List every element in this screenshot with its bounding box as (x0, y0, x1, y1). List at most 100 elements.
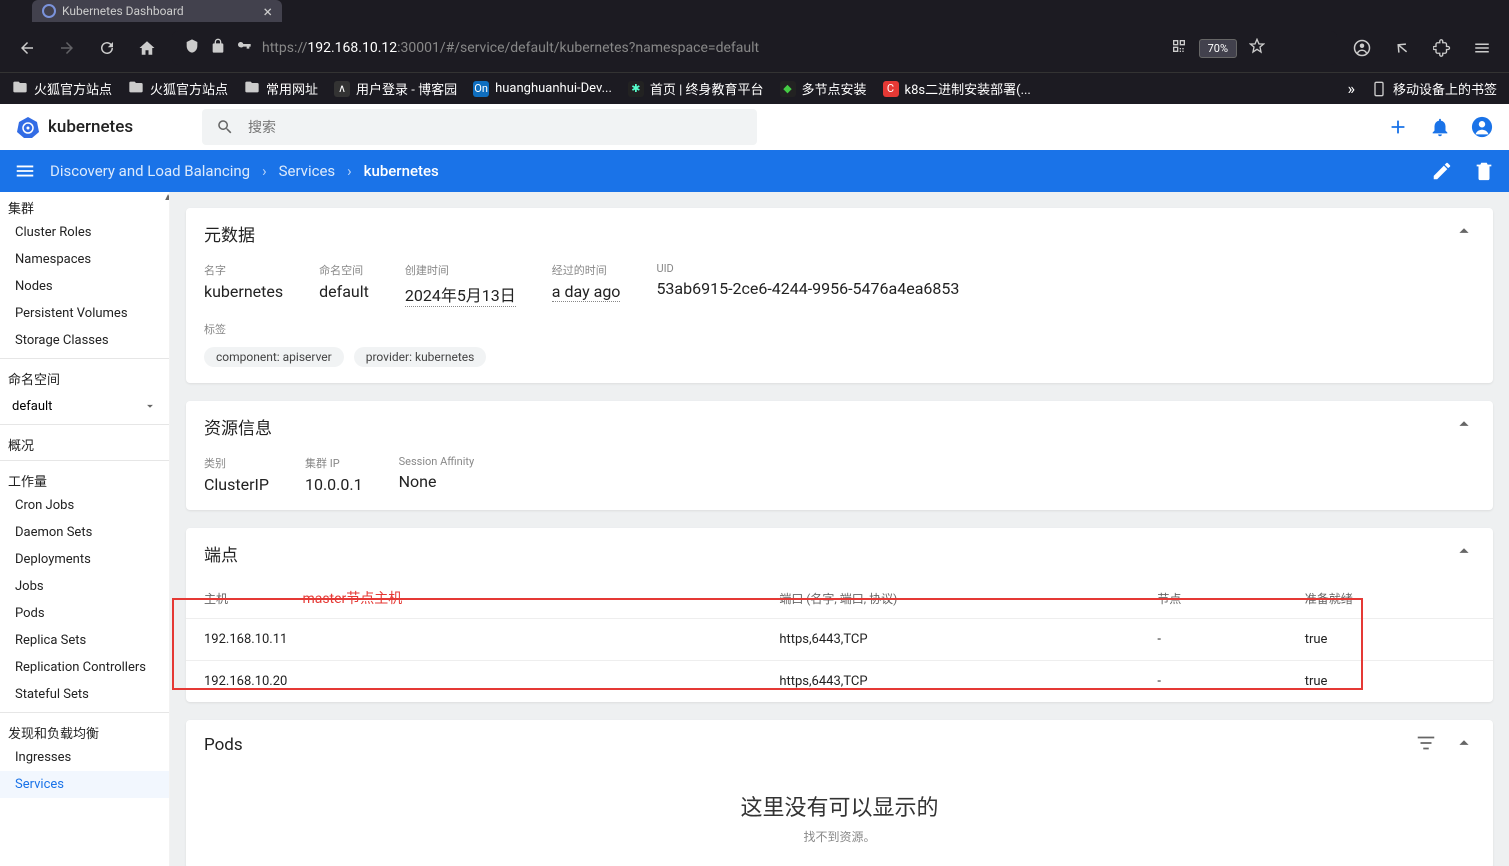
forward-button[interactable] (52, 33, 82, 63)
bookmark-item[interactable]: 火狐官方站点 (128, 79, 228, 99)
close-icon[interactable]: × (263, 2, 272, 21)
sidebar-item-nodes[interactable]: Nodes (0, 273, 169, 300)
folder-icon (12, 79, 28, 99)
filter-icon[interactable] (1415, 732, 1437, 758)
sidebar-item-replication-controllers[interactable]: Replication Controllers (0, 654, 169, 681)
bookmark-item[interactable]: ∧用户登录 - 博客园 (334, 79, 457, 98)
meta-name: kubernetes (204, 282, 283, 301)
metadata-card: 元数据 名字kubernetes 命名空间default 创建时间2024年5月… (186, 208, 1493, 383)
breadcrumb-bar: Discovery and Load Balancing › Services … (0, 150, 1509, 192)
meta-uid: 53ab6915-2ce6-4244-9956-5476a4ea6853 (656, 279, 959, 298)
create-icon[interactable] (1387, 116, 1409, 138)
bookmark-item[interactable]: ◆多节点安装 (780, 79, 867, 98)
favicon: ✱ (628, 81, 644, 97)
sidebar-section[interactable]: 集群 (0, 192, 169, 219)
sidebar-item-pods[interactable]: Pods (0, 600, 169, 627)
sidebar-section[interactable]: 命名空间 (0, 363, 169, 390)
back-button[interactable] (12, 33, 42, 63)
sidebar-section[interactable]: 概况 (0, 429, 169, 456)
search-box[interactable] (202, 109, 757, 145)
favicon: ◆ (780, 81, 796, 97)
sidebar-item-namespaces[interactable]: Namespaces (0, 246, 169, 273)
chevron-right-icon: › (347, 162, 352, 180)
sidebar-item-storage-classes[interactable]: Storage Classes (0, 327, 169, 354)
history-icon[interactable] (1387, 33, 1417, 63)
empty-subtitle: 找不到资源。 (186, 828, 1493, 845)
chevron-right-icon: › (262, 162, 267, 180)
delete-icon[interactable] (1473, 160, 1495, 182)
pods-card: Pods 这里没有可以显示的 找不到资源。 (186, 720, 1493, 866)
sidebar-item-services[interactable]: Services (0, 771, 169, 798)
label-chip: component: apiserver (204, 347, 344, 367)
devices-bookmark[interactable]: 移动设备上的书签 (1371, 79, 1497, 98)
sidebar-section[interactable]: 工作量 (0, 465, 169, 492)
col-node: 节点 (1139, 578, 1286, 619)
favicon: ∧ (334, 81, 350, 97)
cell-host: 192.168.10.11 (186, 619, 761, 661)
extension-icon[interactable] (1427, 33, 1457, 63)
sidebar-item-cron-jobs[interactable]: Cron Jobs (0, 492, 169, 519)
meta-created: 2024年5月13日 (405, 282, 516, 307)
home-button[interactable] (132, 33, 162, 63)
empty-title: 这里没有可以显示的 (186, 790, 1493, 822)
sidebar-item-persistent-volumes[interactable]: Persistent Volumes (0, 300, 169, 327)
label-chip: provider: kubernetes (354, 347, 487, 367)
folder-icon (244, 79, 260, 99)
dashboard-header: kubernetes (0, 104, 1509, 150)
edit-icon[interactable] (1431, 160, 1453, 182)
menu-icon[interactable] (1467, 33, 1497, 63)
menu-toggle-icon[interactable] (14, 160, 36, 182)
cell-port: https,6443,TCP (761, 619, 1139, 661)
cell-ready: true (1287, 619, 1493, 661)
k8s-logo[interactable]: kubernetes (16, 115, 202, 139)
table-row: 192.168.10.20https,6443,TCP-true (186, 661, 1493, 703)
collapse-icon[interactable] (1453, 540, 1475, 566)
tab-title: Kubernetes Dashboard (62, 4, 184, 18)
bookmark-item[interactable]: ✱首页 | 终身教育平台 (628, 79, 764, 98)
zoom-badge[interactable]: 70% (1199, 39, 1237, 58)
sidebar-item-jobs[interactable]: Jobs (0, 573, 169, 600)
bookmark-star-icon[interactable] (1249, 38, 1265, 58)
bookmark-item[interactable]: 火狐官方站点 (12, 79, 112, 99)
namespace-select[interactable]: default (6, 392, 163, 420)
chevron-up-icon[interactable]: ▲ (161, 192, 170, 203)
url-bar[interactable]: https://192.168.10.12:30001/#/service/de… (172, 31, 1337, 65)
sidebar-item-deployments[interactable]: Deployments (0, 546, 169, 573)
notifications-icon[interactable] (1429, 116, 1451, 138)
annotation-label: master节点主机 (302, 591, 402, 607)
bookmark-item[interactable]: 常用网址 (244, 79, 318, 99)
endpoints-title: 端点 (204, 541, 238, 566)
bookmark-item[interactable]: Ck8s二进制安装部署(... (883, 79, 1031, 98)
favicon: On (473, 81, 489, 97)
browser-tab[interactable]: Kubernetes Dashboard × (32, 0, 282, 22)
k8s-icon (42, 4, 56, 18)
bookmarks-bar: 火狐官方站点火狐官方站点常用网址∧用户登录 - 博客园Onhuanghuanhu… (0, 72, 1509, 104)
crumb-discovery[interactable]: Discovery and Load Balancing (50, 162, 250, 180)
sidebar-section[interactable]: 发现和负载均衡 (0, 717, 169, 744)
collapse-icon[interactable] (1453, 732, 1475, 758)
resource-type: ClusterIP (204, 475, 269, 494)
cell-ready: true (1287, 661, 1493, 703)
crumb-services[interactable]: Services (279, 162, 336, 180)
sidebar-item-daemon-sets[interactable]: Daemon Sets (0, 519, 169, 546)
reload-button[interactable] (92, 33, 122, 63)
account-icon[interactable] (1347, 33, 1377, 63)
user-icon[interactable] (1471, 116, 1493, 138)
collapse-icon[interactable] (1453, 220, 1475, 246)
main-content: 元数据 名字kubernetes 命名空间default 创建时间2024年5月… (170, 192, 1509, 866)
search-input[interactable] (248, 119, 743, 135)
key-icon (236, 38, 252, 58)
meta-age: a day ago (552, 282, 621, 302)
sidebar-item-ingresses[interactable]: Ingresses (0, 744, 169, 771)
sidebar-item-replica-sets[interactable]: Replica Sets (0, 627, 169, 654)
cell-host: 192.168.10.20 (186, 661, 761, 703)
url-text: https://192.168.10.12:30001/#/service/de… (262, 40, 759, 56)
sidebar-item-stateful-sets[interactable]: Stateful Sets (0, 681, 169, 708)
sidebar-item-cluster-roles[interactable]: Cluster Roles (0, 219, 169, 246)
collapse-icon[interactable] (1453, 413, 1475, 439)
qr-icon[interactable] (1171, 38, 1187, 58)
cell-node: - (1139, 619, 1286, 661)
resource-title: 资源信息 (204, 414, 272, 439)
bookmark-item[interactable]: Onhuanghuanhui-Dev... (473, 81, 612, 97)
overflow-icon[interactable]: » (1347, 79, 1355, 98)
